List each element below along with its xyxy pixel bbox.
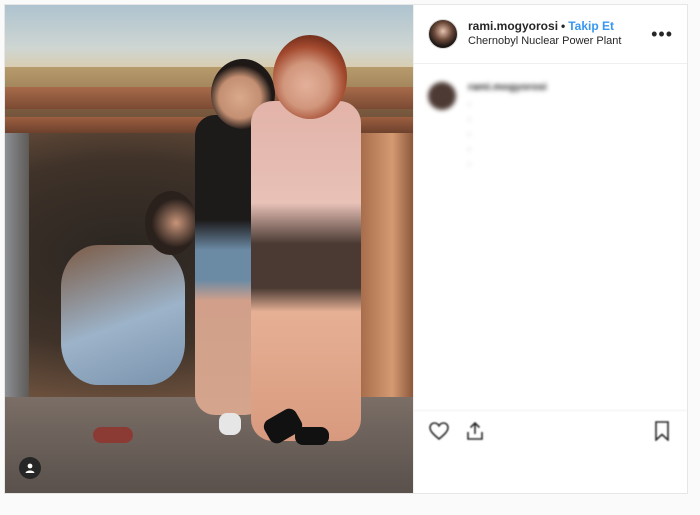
bullet-line: .	[468, 127, 471, 138]
photo-beam-right	[361, 133, 413, 423]
post-date	[414, 469, 687, 493]
share-glyph	[467, 421, 483, 440]
more-options-icon[interactable]: •••	[651, 25, 673, 43]
bookmark-icon[interactable]	[651, 420, 673, 442]
shoe	[219, 413, 241, 435]
location-link[interactable]: Chernobyl Nuclear Power Plant	[468, 34, 621, 49]
shoe	[295, 427, 329, 445]
user-tag-icon[interactable]	[19, 457, 41, 479]
comments-area: rami.mogyorosi . . . . .	[414, 64, 687, 410]
avatar[interactable]	[428, 19, 458, 49]
share-icon[interactable]	[464, 420, 486, 442]
username-link[interactable]: rami.mogyorosi	[468, 19, 558, 33]
caption-text: rami.mogyorosi	[468, 80, 668, 95]
caption-bullets: . . . . .	[468, 95, 671, 170]
bullet-line: .	[468, 142, 471, 153]
photo-beam-left	[5, 133, 29, 403]
user-tag-glyph	[25, 463, 35, 473]
follow-button[interactable]: Takip Et	[568, 19, 614, 33]
bookmark-glyph	[655, 421, 669, 441]
photo-sky	[5, 5, 413, 67]
header-line: rami.mogyorosi • Takip Et	[468, 19, 621, 34]
caption-username[interactable]: rami.mogyorosi	[468, 81, 547, 93]
post-photo[interactable]	[5, 5, 413, 493]
person-right-head	[273, 35, 347, 119]
bullet-line: .	[468, 97, 471, 108]
post-header: rami.mogyorosi • Takip Et Chernobyl Nuclea…	[414, 5, 687, 64]
separator-dot: •	[561, 19, 566, 33]
heart-glyph	[429, 422, 449, 440]
person-crouching	[61, 245, 185, 385]
instagram-post: rami.mogyorosi • Takip Et Chernobyl Nuclea…	[4, 4, 688, 494]
bullet-line: .	[468, 112, 471, 123]
bullet-line: .	[468, 157, 471, 168]
post-actions	[414, 410, 687, 451]
caption-avatar	[428, 82, 456, 110]
post-sidebar: rami.mogyorosi • Takip Et Chernobyl Nuclea…	[413, 5, 687, 493]
header-text: rami.mogyorosi • Takip Et Chernobyl Nuclea…	[468, 19, 621, 49]
heart-icon[interactable]	[428, 420, 450, 442]
person-right	[251, 101, 361, 441]
likes-count[interactable]	[414, 451, 687, 469]
shoe	[93, 427, 133, 443]
person-crouching-head	[145, 191, 197, 255]
